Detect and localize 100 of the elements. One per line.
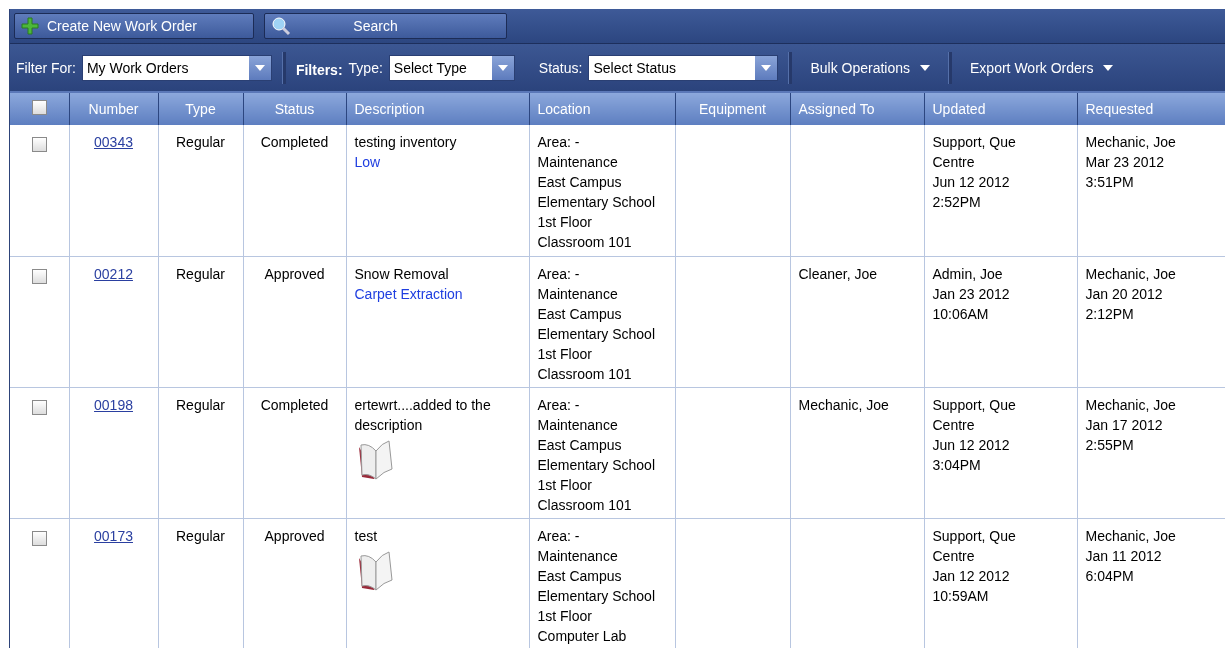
caret-icon (1103, 64, 1114, 71)
status-text: Completed (259, 133, 330, 152)
tag-text: Carpet Extraction (354, 284, 464, 304)
row-checkbox[interactable] (31, 530, 47, 546)
description-text: Snow Removal (354, 264, 450, 284)
filters-label: Filters: (295, 61, 343, 78)
updated-text: 3:04PM (932, 455, 982, 475)
column-header[interactable]: Requested (1077, 93, 1225, 125)
requested-text: Jan 17 2012 (1085, 415, 1164, 435)
assignee-text: Mechanic, Joe (798, 395, 890, 415)
requested-text: Mechanic, Joe (1085, 133, 1177, 152)
plus-icon (21, 17, 39, 35)
updated-text: Support, Que (932, 395, 1017, 415)
location-text: 1st Floor (537, 606, 593, 626)
type-dropdown[interactable]: Select Type (388, 54, 515, 81)
location-text: Area: - (537, 133, 581, 152)
filter-for-label: Filter For: (16, 59, 76, 76)
filter-for-dropdown[interactable]: My Work Orders (81, 54, 272, 81)
column-header[interactable]: Type (158, 93, 243, 125)
location-text: Maintenance (537, 284, 619, 304)
location-text: Maintenance (537, 546, 619, 566)
search-button[interactable]: Search (264, 13, 507, 39)
requested-text: 2:55PM (1085, 435, 1135, 455)
type-text: Regular (175, 264, 226, 284)
updated-text: 10:59AM (932, 586, 990, 606)
create-button[interactable]: Create New Work Order (14, 13, 254, 39)
location-text: 1st Floor (537, 475, 593, 495)
status-text: Approved (263, 264, 326, 284)
requested-text: Jan 20 2012 (1085, 284, 1164, 304)
description-text: ertewrt....added to the description (354, 395, 492, 435)
caret-icon (920, 64, 931, 71)
location-text: Maintenance (537, 153, 619, 172)
location-text: East Campus (537, 566, 623, 586)
work-order-link[interactable]: 00212 (94, 265, 133, 282)
requested-text: 2:12PM (1085, 304, 1135, 324)
location-text: Area: - (537, 395, 581, 415)
type-text: Regular (175, 133, 226, 152)
updated-text: Admin, Joe (932, 264, 1004, 284)
column-header[interactable]: Description (346, 93, 529, 125)
caret-icon (254, 64, 265, 71)
location-text: Maintenance (537, 415, 619, 435)
row-checkbox[interactable] (31, 399, 47, 415)
column-header[interactable]: Equipment (675, 93, 790, 125)
updated-text: Support, Que (932, 526, 1017, 546)
requested-text: 6:04PM (1085, 566, 1135, 586)
location-text: Classroom 101 (537, 233, 633, 252)
updated-text: Centre (932, 546, 976, 566)
location-text: Classroom 101 (537, 364, 633, 384)
column-header[interactable]: Location (529, 93, 675, 125)
type-label: Type: (348, 59, 383, 76)
updated-text: Jun 12 2012 (932, 435, 1011, 455)
caret-icon (761, 64, 772, 71)
updated-text: Support, Que (932, 133, 1017, 152)
status-label: Status: (538, 59, 583, 76)
location-text: Elementary School (537, 586, 656, 606)
location-text: Area: - (537, 264, 581, 284)
menu-button[interactable]: Export Work Orders (962, 59, 1122, 76)
location-text: Elementary School (537, 455, 656, 475)
requested-text: Mechanic, Joe (1085, 526, 1177, 546)
column-header[interactable]: Number (69, 93, 158, 125)
status-text: Approved (263, 526, 326, 546)
row-checkbox[interactable] (31, 268, 47, 284)
row-checkbox[interactable] (31, 137, 47, 152)
work-order-link[interactable]: 00173 (94, 527, 133, 544)
column-header[interactable]: Status (243, 93, 346, 125)
location-text: 1st Floor (537, 344, 593, 364)
work-order-link[interactable]: 00198 (94, 396, 133, 413)
tag-text: Low (354, 153, 382, 172)
search-icon (271, 16, 291, 36)
assignee-text: Cleaner, Joe (798, 264, 879, 284)
updated-text: Centre (932, 415, 976, 435)
location-text: East Campus (537, 435, 623, 455)
location-text: East Campus (537, 304, 623, 324)
location-text: Elementary School (537, 324, 656, 344)
caret-icon (497, 64, 508, 71)
requested-text: 3:51PM (1085, 173, 1135, 192)
location-text: Area: - (537, 526, 581, 546)
location-text: Classroom 101 (537, 495, 633, 515)
updated-text: 10:06AM (932, 304, 990, 324)
column-header[interactable]: Updated (924, 93, 1077, 125)
select-all-checkbox[interactable] (31, 100, 47, 115)
work-order-link[interactable]: 00343 (94, 134, 133, 150)
updated-text: 2:52PM (932, 193, 982, 212)
location-text: East Campus (537, 173, 623, 192)
location-text: Computer Lab (537, 626, 628, 646)
updated-text: Jan 23 2012 (932, 284, 1011, 304)
type-text: Regular (175, 526, 226, 546)
updated-text: Jun 12 2012 (932, 173, 1011, 192)
status-dropdown[interactable]: Select Status (588, 54, 779, 81)
location-text: 1st Floor (537, 213, 593, 232)
requested-text: Mechanic, Joe (1085, 264, 1177, 284)
column-header[interactable]: Assigned To (790, 93, 924, 125)
description-text: testing inventory (354, 133, 458, 152)
updated-text: Jan 12 2012 (932, 566, 1011, 586)
description-text: test (354, 526, 379, 546)
updated-text: Centre (932, 153, 976, 172)
requested-text: Jan 11 2012 (1085, 546, 1163, 566)
menu-button[interactable]: Bulk Operations (802, 59, 939, 76)
location-text: Elementary School (537, 193, 656, 212)
status-text: Completed (259, 395, 330, 415)
